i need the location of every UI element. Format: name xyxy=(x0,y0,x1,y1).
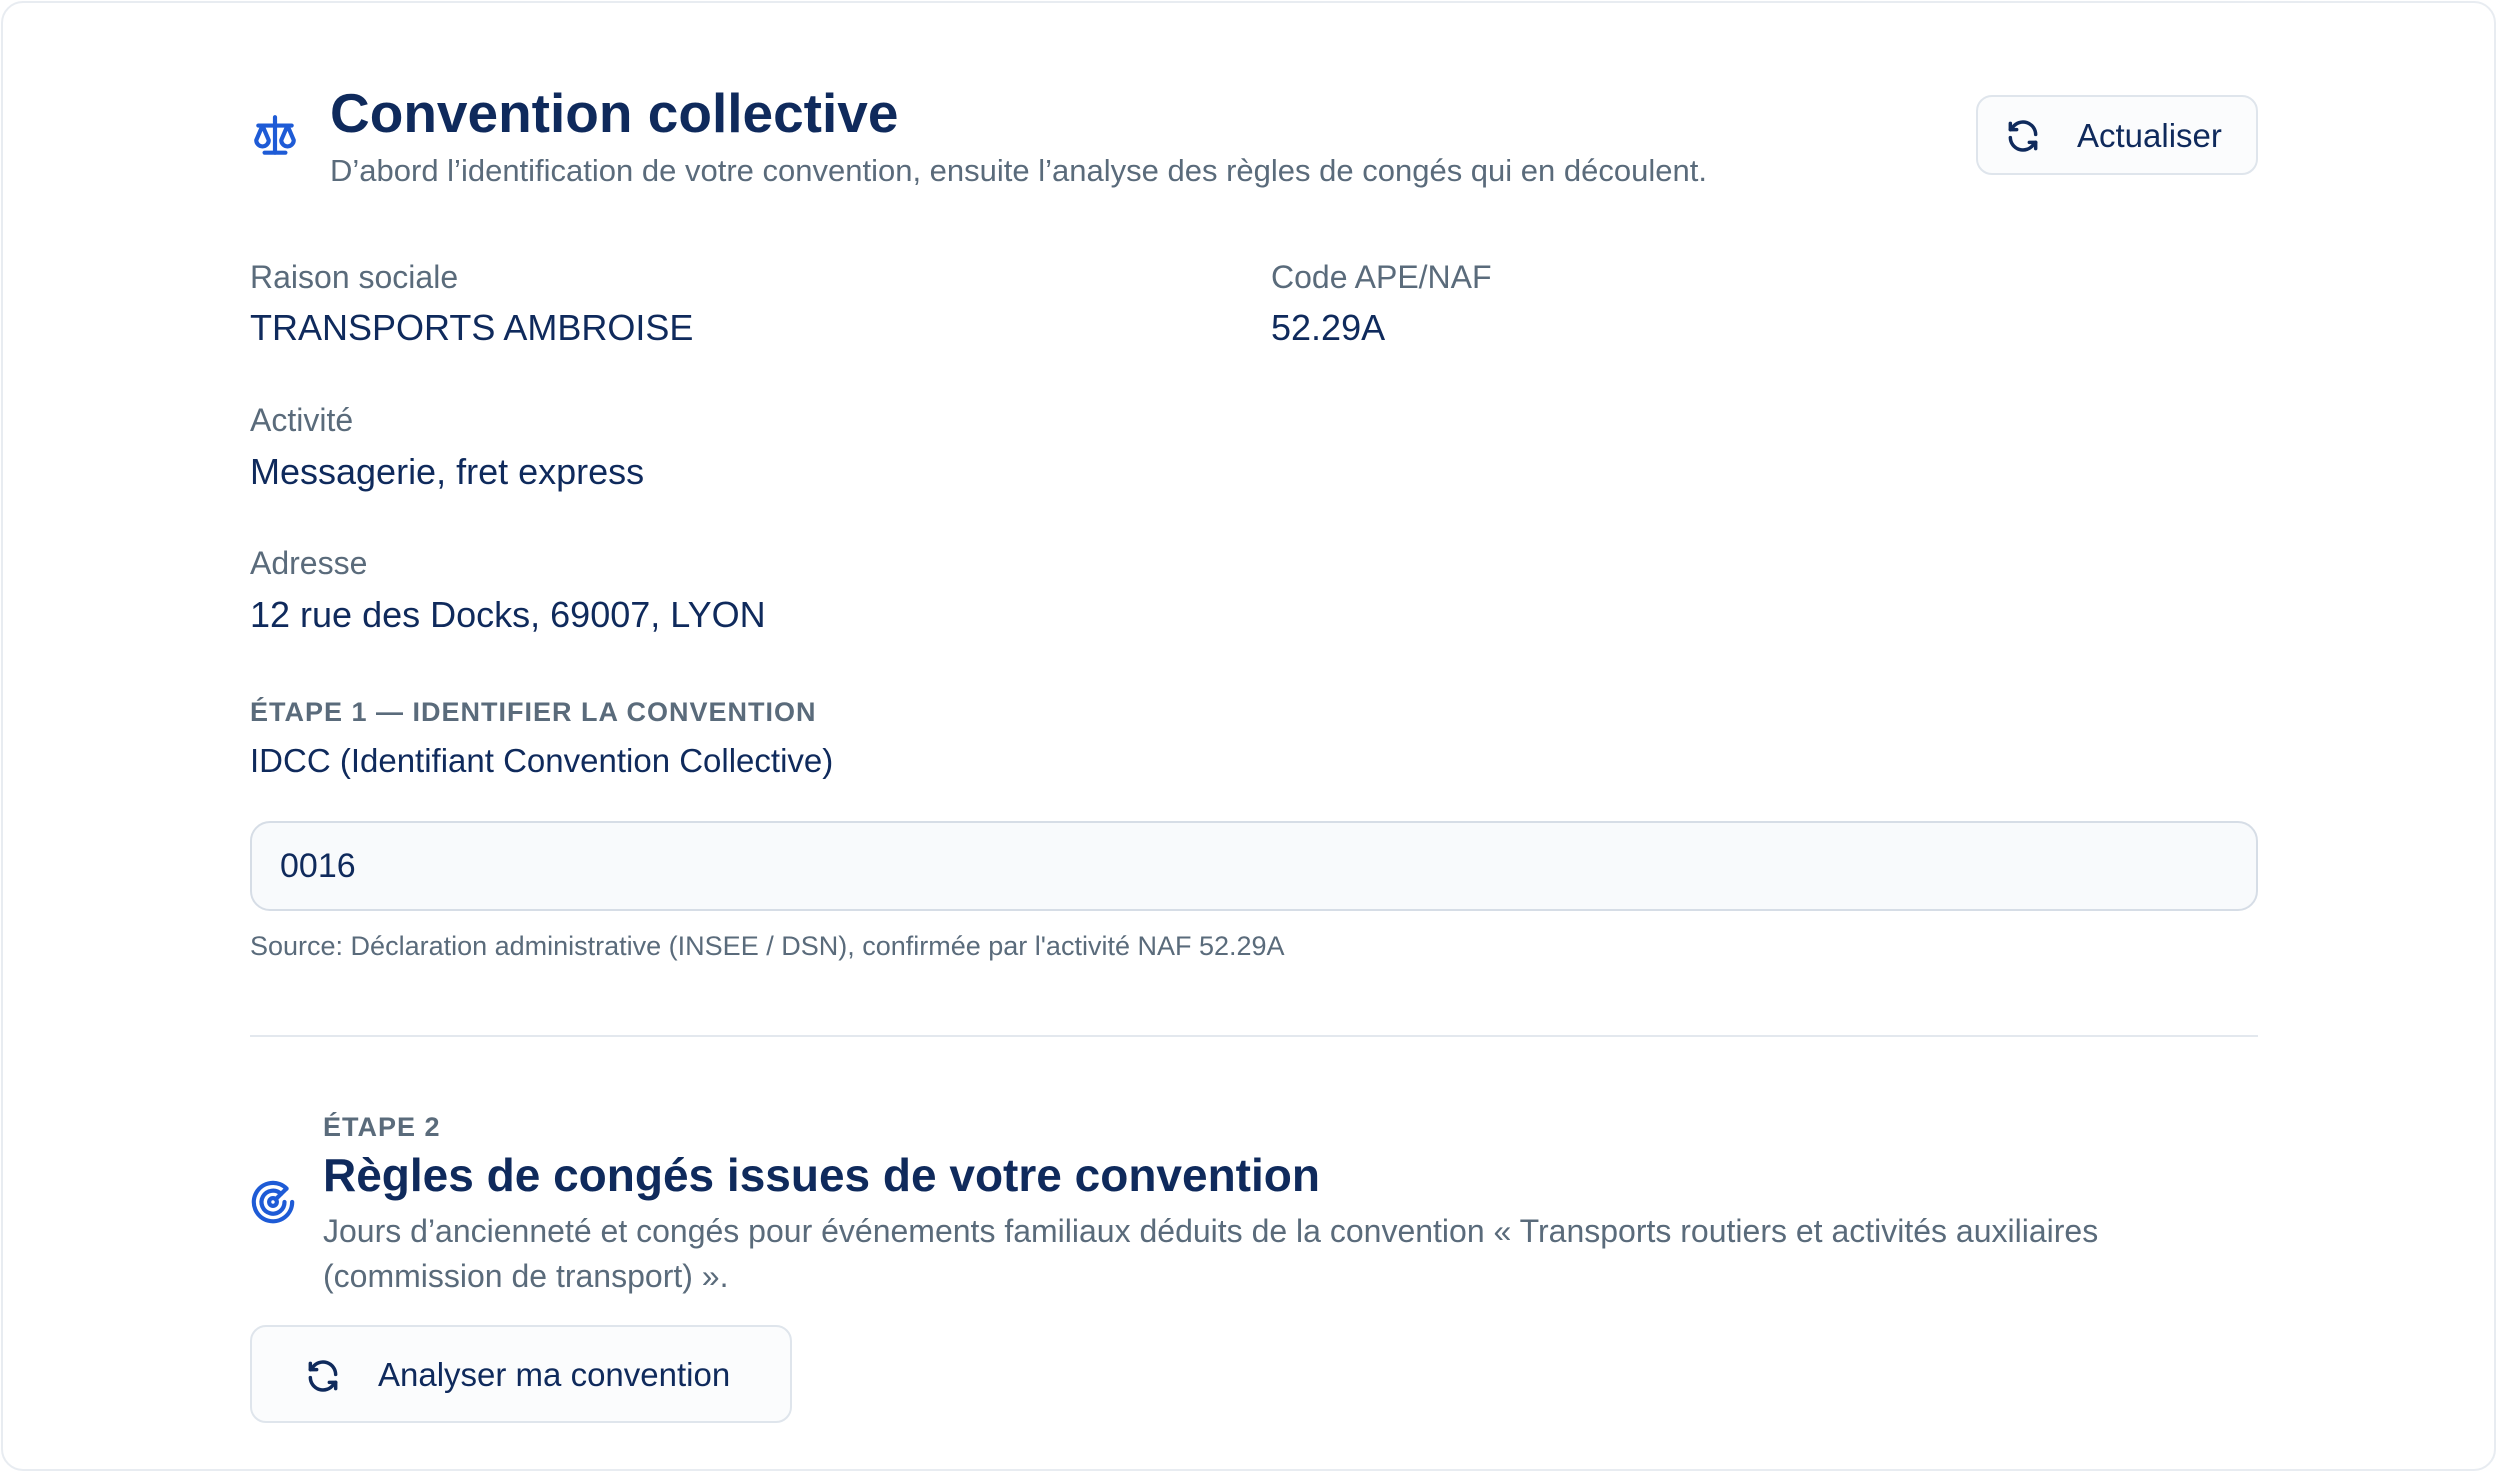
idcc-source-note: Source: Déclaration administrative (INSE… xyxy=(250,931,1285,961)
radar-icon xyxy=(250,1179,296,1225)
activite-label: Activité xyxy=(250,402,354,438)
step2-label: ÉTAPE 2 xyxy=(323,1112,441,1142)
adresse-value: 12 rue des Docks, 69007, LYON xyxy=(250,594,766,635)
analyse-convention-button[interactable]: Analyser ma convention xyxy=(250,1325,792,1423)
analyse-button-label: Analyser ma convention xyxy=(378,1356,731,1393)
convention-card: Convention collective D’abord l’identifi… xyxy=(1,1,2496,1471)
section-divider xyxy=(250,1035,2258,1037)
code-ape-label: Code APE/NAF xyxy=(1271,259,1492,295)
page-subtitle: D’abord l’identification de votre conven… xyxy=(330,153,1707,188)
step2-description: Jours d’ancienneté et congés pour événem… xyxy=(323,1213,2099,1294)
activite-value: Messagerie, fret express xyxy=(250,451,645,492)
adresse-label: Adresse xyxy=(250,545,368,581)
refresh-icon xyxy=(2004,117,2042,155)
idcc-field-label: IDCC (Identifiant Convention Collective) xyxy=(250,742,834,779)
refresh-button[interactable]: Actualiser xyxy=(1976,95,2258,175)
step2-title: Règles de congés issues de votre convent… xyxy=(323,1149,1320,1201)
card-header: Convention collective D’abord l’identifi… xyxy=(250,77,2258,197)
refresh-icon xyxy=(304,1357,342,1395)
idcc-input[interactable] xyxy=(250,821,2258,911)
code-ape-value: 52.29A xyxy=(1271,307,1386,348)
scale-icon xyxy=(250,111,300,161)
raison-sociale-label: Raison sociale xyxy=(250,259,459,295)
page-title: Convention collective xyxy=(330,82,899,144)
step1-label: ÉTAPE 1 — IDENTIFIER LA CONVENTION xyxy=(250,697,817,727)
raison-sociale-value: TRANSPORTS AMBROISE xyxy=(250,307,694,348)
refresh-button-label: Actualiser xyxy=(2077,117,2222,154)
